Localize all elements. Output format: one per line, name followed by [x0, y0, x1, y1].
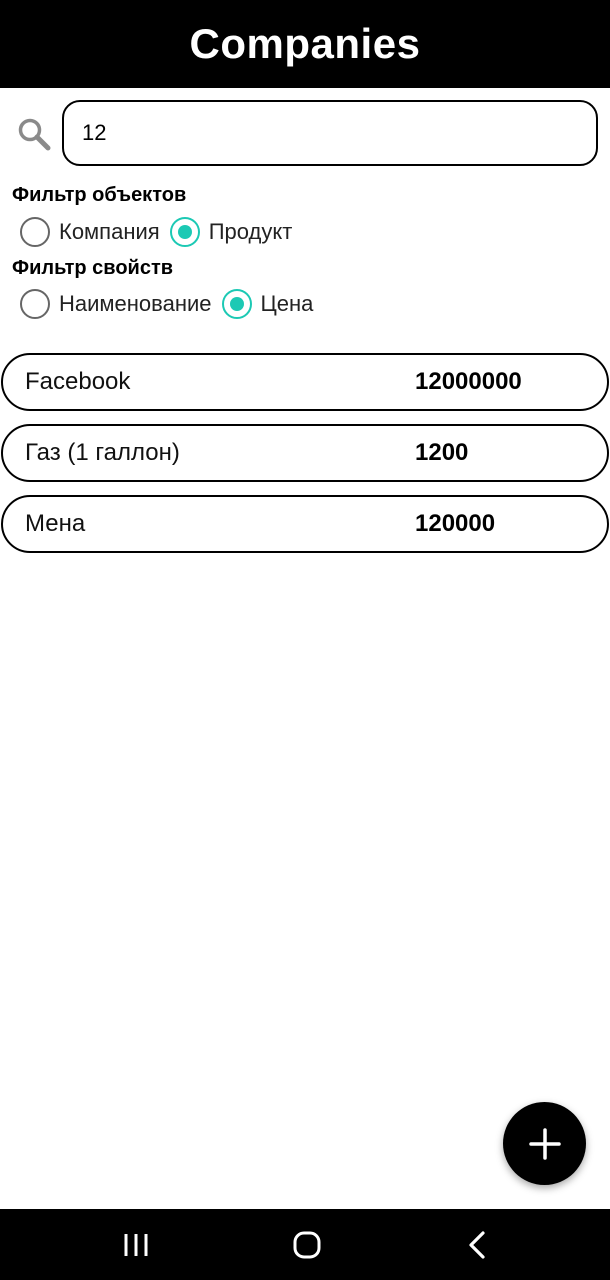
- radio-product[interactable]: Продукт: [169, 217, 293, 247]
- radio-product-label: Продукт: [208, 219, 293, 244]
- item-name: Газ (1 галлон): [25, 439, 180, 466]
- radio-checked-icon: [169, 217, 200, 247]
- object-filter-group: Компания Продукт: [20, 216, 302, 248]
- property-filter-group: Наименование Цена: [20, 288, 323, 320]
- search-icon[interactable]: [16, 116, 52, 152]
- system-nav-bar: [0, 1209, 610, 1280]
- radio-company[interactable]: Компания: [20, 217, 160, 247]
- radio-name[interactable]: Наименование: [20, 289, 212, 319]
- search-input[interactable]: [62, 100, 598, 166]
- home-icon[interactable]: [289, 1227, 325, 1263]
- back-icon[interactable]: [460, 1227, 496, 1263]
- object-filter-heading: Фильтр объектов: [12, 184, 187, 206]
- radio-unchecked-icon: [20, 217, 50, 247]
- list-item[interactable]: Газ (1 галлон) 1200: [1, 424, 609, 482]
- radio-unchecked-icon: [20, 289, 50, 319]
- app-header: Companies: [0, 0, 610, 88]
- page-title: Companies: [189, 20, 421, 67]
- property-filter-heading: Фильтр свойств: [12, 257, 174, 279]
- app-screen: Companies Фильтр объектов Компания Проду…: [0, 0, 610, 1280]
- item-value: 1200: [415, 439, 469, 466]
- radio-company-label: Компания: [59, 219, 160, 244]
- list-item[interactable]: Facebook 12000000: [1, 353, 609, 411]
- recent-apps-icon[interactable]: [118, 1227, 154, 1263]
- item-name: Мена: [25, 510, 86, 537]
- radio-price[interactable]: Цена: [221, 289, 314, 319]
- item-value: 12000000: [415, 368, 522, 395]
- item-name: Facebook: [25, 368, 131, 395]
- list-item[interactable]: Мена 120000: [1, 495, 609, 553]
- add-button[interactable]: [503, 1102, 586, 1185]
- radio-name-label: Наименование: [59, 291, 212, 316]
- item-value: 120000: [415, 510, 496, 537]
- plus-icon: [528, 1127, 561, 1160]
- radio-price-label: Цена: [260, 291, 314, 316]
- radio-checked-icon: [221, 289, 252, 319]
